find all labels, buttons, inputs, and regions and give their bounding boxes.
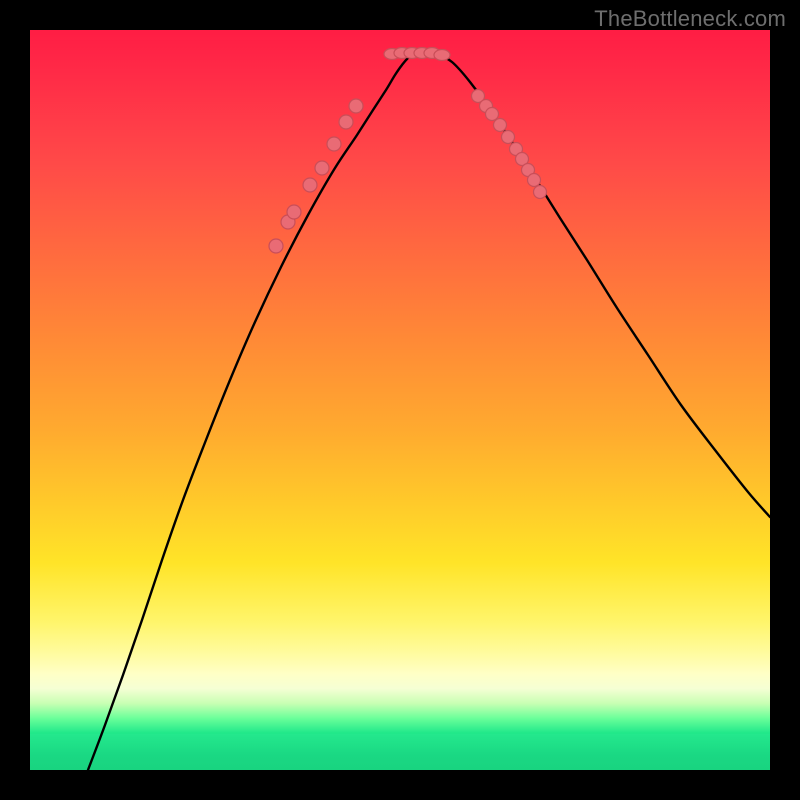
data-marker [502, 131, 515, 144]
markers-flat [384, 48, 450, 61]
data-marker [349, 99, 363, 113]
watermark-text: TheBottleneck.com [594, 6, 786, 32]
curve-svg [30, 30, 770, 770]
data-marker [303, 178, 317, 192]
data-marker [434, 50, 450, 61]
data-marker [339, 115, 353, 129]
markers-left [269, 99, 363, 253]
plot-area [30, 30, 770, 770]
chart-container: TheBottleneck.com [0, 0, 800, 800]
data-marker [494, 119, 507, 132]
data-marker [528, 174, 541, 187]
markers-right [472, 90, 547, 199]
bottleneck-curve [88, 53, 770, 770]
data-marker [287, 205, 301, 219]
data-marker [534, 186, 547, 199]
data-marker [486, 108, 499, 121]
data-marker [315, 161, 329, 175]
data-marker [269, 239, 283, 253]
data-marker [327, 137, 341, 151]
